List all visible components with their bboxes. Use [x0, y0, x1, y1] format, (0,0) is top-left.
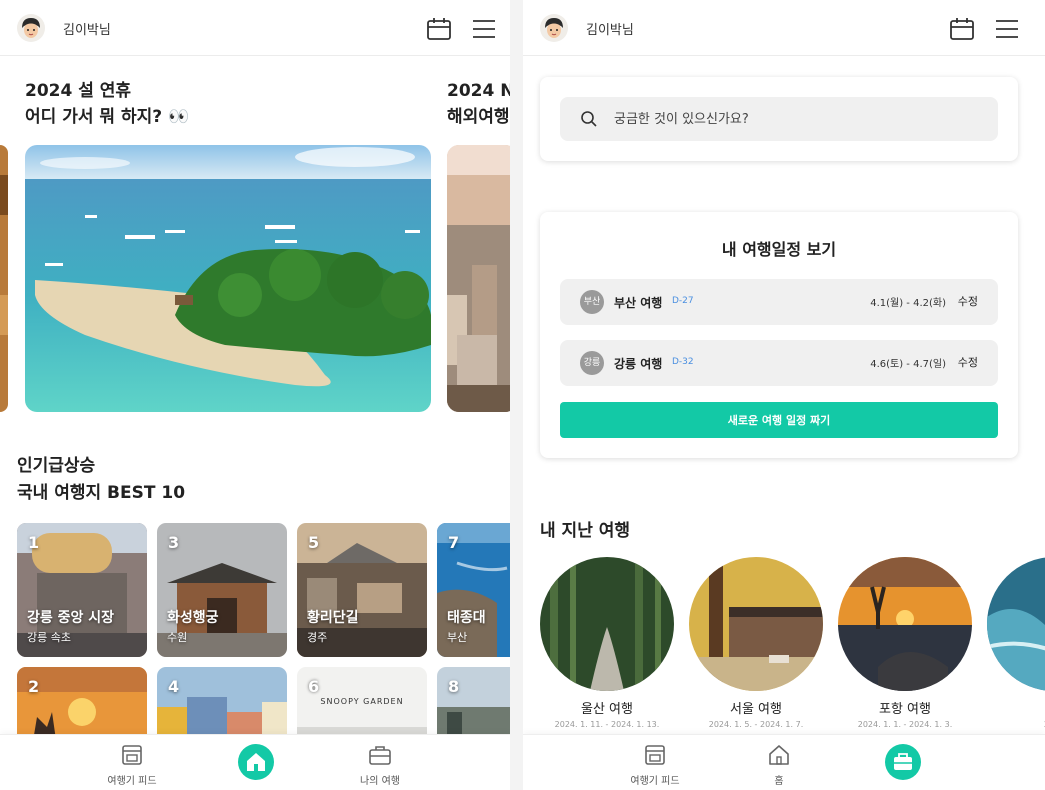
search-icon: [580, 110, 598, 132]
past-trips-title: 내 지난 여행: [540, 521, 631, 541]
home-screen: 김이박님 2024 설 연휴 어디 가서 뭐 하지? 👀 2024 NE 해외여…: [0, 0, 510, 790]
nav-feed[interactable]: 여행기 피드: [600, 735, 710, 790]
briefcase-icon: [894, 753, 912, 770]
rank-number: 1: [28, 533, 40, 552]
promo-title-next-line1: 2024 NE: [447, 81, 510, 101]
rank-region: 부산: [447, 631, 468, 644]
nav-mytrip[interactable]: [885, 744, 921, 780]
nav-home-label: 홈: [774, 776, 784, 787]
trip-name: 강릉 여행: [614, 357, 663, 371]
trip-dday: D-27: [672, 296, 694, 306]
ranking-title-line2: 국내 여행지 BEST 10: [17, 483, 186, 503]
search-card: [540, 77, 1018, 161]
nav-feed[interactable]: 여행기 피드: [77, 735, 187, 790]
search-input[interactable]: [614, 97, 984, 141]
feed-icon: [120, 743, 144, 767]
past-trip-dates: 2024. 1. 1. - 2024. 1. 3.: [857, 720, 953, 729]
app-header: 김이박님: [0, 0, 510, 56]
past-trip-photo: [838, 557, 972, 691]
nav-home[interactable]: [238, 744, 274, 780]
promo-card-city[interactable]: [447, 145, 510, 412]
username: 김이박님: [63, 23, 111, 38]
trip-badge: 부산: [580, 290, 604, 314]
rank-number: 8: [448, 677, 460, 696]
nav-home[interactable]: 홈: [724, 735, 834, 790]
rank-number: 3: [168, 533, 180, 552]
trip-row[interactable]: 강릉 강릉 여행 D-32 4.6(토) - 4.7(일) 수정: [560, 340, 998, 386]
rank-region: 수원: [167, 631, 188, 644]
ranking-title-line1: 인기급상승: [17, 456, 96, 476]
nav-mytrip-label: 나의 여행: [360, 776, 400, 787]
trip-dday: D-32: [672, 357, 694, 367]
promo-title-next-line2: 해외여행: [447, 107, 510, 127]
rank-card-5[interactable]: 5 황리단길 경주: [297, 523, 427, 657]
rank-number: 5: [308, 533, 320, 552]
nav-feed-label: 여행기 피드: [630, 776, 680, 787]
trip-badge: 강릉: [580, 351, 604, 375]
my-trips-title: 내 여행일정 보기: [721, 240, 837, 259]
search-box[interactable]: [560, 97, 998, 141]
app-header: 김이박님: [523, 0, 1045, 56]
promo-title-line2: 어디 가서 뭐 하지? 👀: [25, 107, 190, 127]
rank-name: 화성행궁: [167, 610, 219, 626]
trip-edit-button[interactable]: 수정: [958, 293, 978, 309]
rank-card-1[interactable]: 1 강릉 중앙 시장 강릉 속초: [17, 523, 147, 657]
promo-card-prev[interactable]: [0, 145, 8, 412]
ranking-title: 인기급상승 국내 여행지 BEST 10: [17, 453, 185, 507]
bottom-nav: 여행기 피드 나의 여행: [0, 734, 510, 790]
nav-feed-label: 여행기 피드: [107, 776, 157, 787]
past-trip-dates: 2024. 1. 11. - 2024. 1. 13.: [554, 720, 660, 729]
rank-number: 4: [168, 677, 180, 696]
bottom-nav: 여행기 피드 홈: [523, 734, 1045, 790]
trip-name: 부산 여행: [614, 296, 663, 310]
snoopy-garden-sign: SNOOPY GARDEN: [320, 697, 404, 706]
past-trip-name: 서울 여행: [730, 702, 782, 717]
trip-row[interactable]: 부산 부산 여행 D-27 4.1(월) - 4.2(화) 수정: [560, 279, 998, 325]
rank-name: 태종대: [447, 610, 486, 626]
promo-title-line1: 2024 설 연휴: [25, 81, 132, 101]
past-trip-name: 포항 여행: [879, 702, 931, 717]
calendar-icon[interactable]: [949, 16, 975, 42]
trip-dates: 4.6(토) - 4.7(일): [870, 359, 946, 370]
my-trips-screen: 김이박님 내 여행일정 보기 부산 부산 여행 D-27 4.1(월) - 4.…: [523, 0, 1045, 790]
past-trip-name: 울산 여행: [581, 702, 633, 717]
rank-card-3[interactable]: 3 화성행궁 수원: [157, 523, 287, 657]
promo-card-beach[interactable]: [25, 145, 431, 412]
briefcase-icon: [368, 743, 392, 767]
screen-divider: [510, 0, 523, 790]
trip-edit-button[interactable]: 수정: [958, 354, 978, 370]
home-icon: [767, 743, 791, 767]
home-icon: [247, 753, 265, 771]
trip-dates: 4.1(월) - 4.2(화): [870, 298, 946, 309]
past-trip-photo: [540, 557, 674, 691]
menu-icon[interactable]: [994, 16, 1020, 42]
rank-number: 7: [448, 533, 460, 552]
promo-title-next: 2024 NE 해외여행: [447, 78, 510, 130]
nav-mytrip[interactable]: 나의 여행: [325, 735, 435, 790]
rank-number: 6: [308, 677, 320, 696]
past-trip-dates: 2023: [987, 720, 1045, 729]
avatar[interactable]: [540, 14, 568, 42]
calendar-icon[interactable]: [426, 16, 452, 42]
past-trip-photo: [689, 557, 823, 691]
rank-region: 경주: [307, 631, 328, 644]
feed-icon: [643, 743, 667, 767]
username: 김이박님: [586, 23, 634, 38]
rank-region: 강릉 속초: [27, 631, 71, 644]
my-trips-card: 내 여행일정 보기 부산 부산 여행 D-27 4.1(월) - 4.2(화) …: [540, 212, 1018, 458]
rank-name: 황리단길: [307, 610, 359, 626]
menu-icon[interactable]: [471, 16, 497, 42]
past-trip-dates: 2024. 1. 5. - 2024. 1. 7.: [708, 720, 804, 729]
rank-card-7[interactable]: 7 태종대 부산: [437, 523, 510, 657]
rank-number: 2: [28, 677, 40, 696]
rank-name: 강릉 중앙 시장: [27, 610, 115, 626]
past-trip-photo: [987, 557, 1045, 691]
promo-title: 2024 설 연휴 어디 가서 뭐 하지? 👀: [25, 78, 189, 130]
avatar[interactable]: [17, 14, 45, 42]
new-trip-button[interactable]: 새로운 여행 일정 짜기: [560, 402, 998, 438]
